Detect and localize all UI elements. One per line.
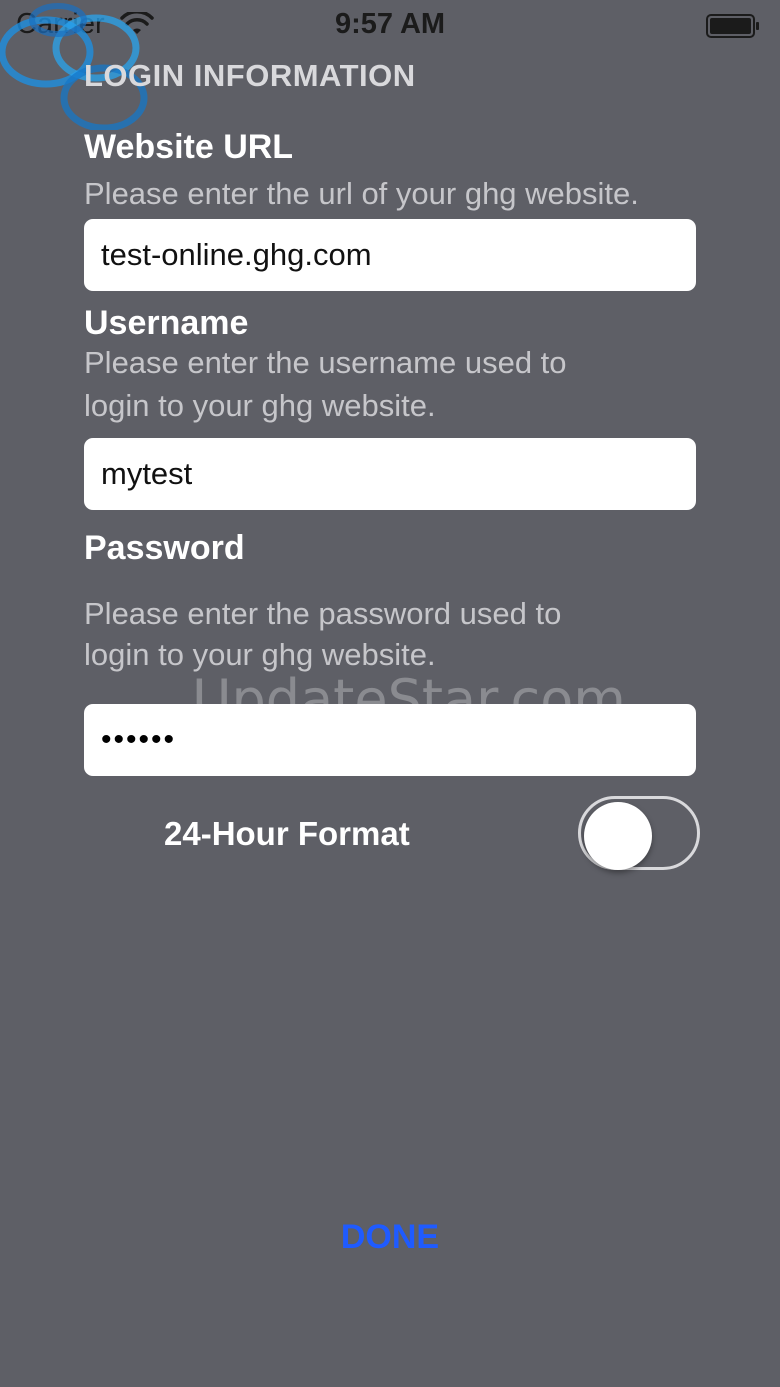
time-format-label: 24-Hour Format [164, 815, 410, 852]
website-url-input[interactable]: test-online.ghg.com [84, 219, 696, 291]
done-button[interactable]: DONE [0, 1218, 780, 1257]
username-helper-line2: login to your ghg website. [84, 388, 436, 423]
website-url-label: Website URL [84, 128, 294, 166]
website-url-helper: Please enter the url of your ghg website… [84, 176, 639, 211]
password-helper-line1: Please enter the password used to [84, 596, 562, 631]
username-value: mytest [101, 456, 193, 491]
toggle-knob [584, 802, 652, 870]
website-url-value: test-online.ghg.com [101, 237, 372, 272]
password-label: Password [84, 529, 245, 567]
username-helper-line1: Please enter the username used to [84, 345, 567, 380]
watermark: UpdateStar.com [192, 668, 626, 731]
username-label: Username [84, 304, 249, 342]
battery-icon [706, 14, 759, 38]
password-value: •••••• [101, 723, 177, 756]
time-format-toggle[interactable] [578, 796, 700, 870]
page-title: LOGIN INFORMATION [84, 58, 416, 93]
username-input[interactable]: mytest [84, 438, 696, 510]
